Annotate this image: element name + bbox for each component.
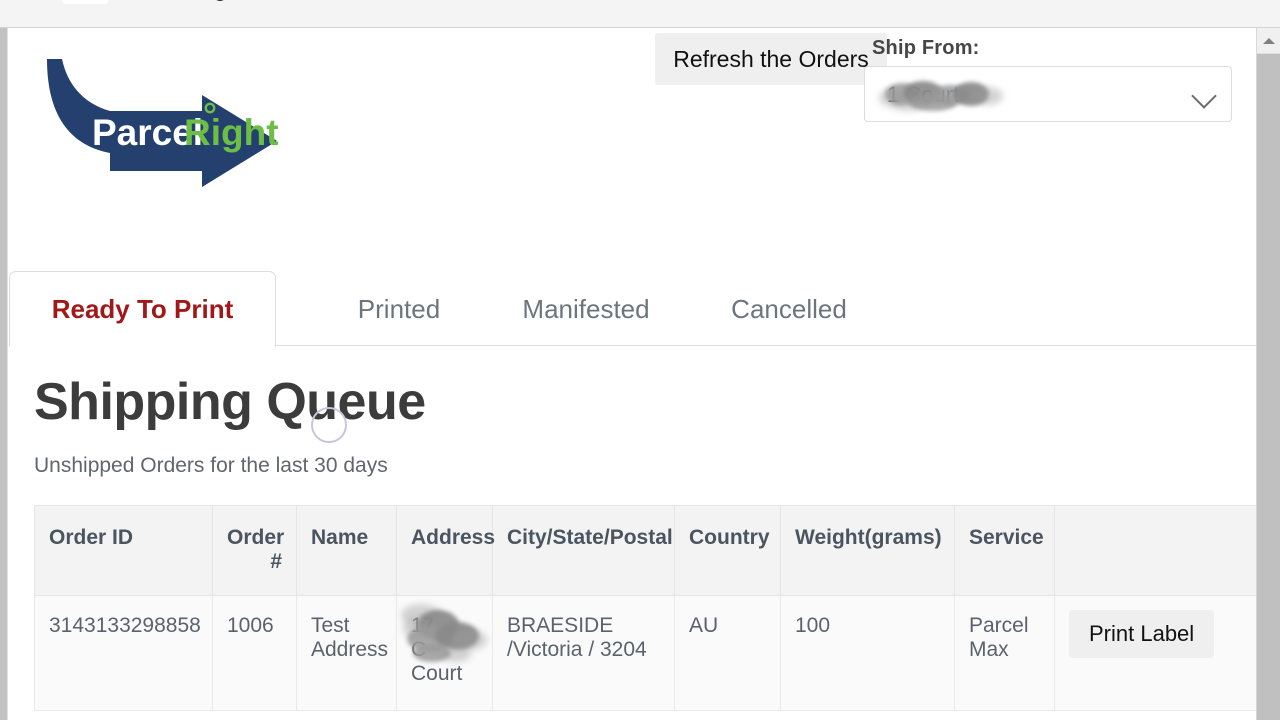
browser-toolbar-icon-ghost (213, 0, 227, 1)
column-header-city-state-postal[interactable]: City/State/Postal (492, 505, 675, 596)
tab-label: Printed (357, 293, 441, 324)
table-head: Order ID Order # Name Address City/State… (34, 505, 1256, 596)
ship-from-selected-value: 1 Court (887, 82, 960, 107)
tab-label: Ready To Print (51, 293, 234, 324)
app-screen: Parcel Right Refresh the Orders Ship Fro… (0, 0, 1280, 720)
ship-from-label: Ship From: (872, 37, 980, 59)
ship-from-select[interactable]: 1 Court (864, 66, 1232, 122)
tab-printed[interactable]: Printed (309, 271, 489, 347)
column-header-order-id[interactable]: Order ID (34, 505, 213, 596)
column-header-order-num[interactable]: Order # (212, 505, 297, 596)
print-label-button[interactable]: Print Label (1069, 610, 1215, 658)
browser-tab-ghost (62, 0, 108, 4)
refresh-orders-button[interactable]: Refresh the Orders (655, 33, 887, 85)
page-header: Parcel Right Refresh the Orders Ship Fro… (9, 29, 1256, 269)
column-header-address[interactable]: Address (396, 505, 495, 596)
tab-manifested[interactable]: Manifested (476, 271, 696, 347)
table-body: 3143133298858 1006 Test Address 17 C Cou… (34, 595, 1256, 711)
main-content: Shipping Queue Unshipped Orders for the … (9, 346, 1256, 711)
column-header-name[interactable]: Name (296, 505, 397, 596)
vertical-scrollbar[interactable] (1256, 28, 1280, 720)
table-row[interactable]: 3143133298858 1006 Test Address 17 C Cou… (34, 595, 1256, 711)
tab-label: Cancelled (731, 293, 847, 324)
cell-service: Parcel Max (954, 595, 1055, 711)
cell-country: AU (674, 595, 781, 711)
address-line-3: Court (411, 662, 463, 685)
column-header-weight[interactable]: Weight(grams) (780, 505, 955, 596)
column-header-country[interactable]: Country (674, 505, 781, 596)
cell-address: 17 C Court (396, 595, 493, 711)
browser-toolbar-strip (0, 0, 1280, 28)
address-line-2: C (411, 638, 427, 661)
page-subtitle: Unshipped Orders for the last 30 days (34, 454, 388, 477)
column-header-service[interactable]: Service (954, 505, 1055, 596)
column-header-action (1054, 505, 1256, 596)
scrollbar-up-button[interactable] (1257, 28, 1280, 54)
cell-order-num: 1006 (212, 595, 297, 711)
address-line-1: 17 (411, 614, 435, 637)
table-header-row: Order ID Order # Name Address City/State… (34, 505, 1256, 596)
tab-ready-to-print[interactable]: Ready To Print (9, 271, 276, 347)
cell-city-state-postal: BRAESIDE /Victoria / 3204 (492, 595, 675, 711)
cell-weight: 100 (780, 595, 955, 711)
cell-order-id: 3143133298858 (34, 595, 213, 711)
cell-action: Print Label (1054, 595, 1256, 711)
cell-name: Test Address (296, 595, 397, 711)
column-header-order-num-hash: # (270, 550, 282, 573)
tab-label: Manifested (522, 293, 650, 324)
page-title: Shipping Queue (34, 373, 426, 431)
tab-bar: Ready To Print Printed Manifested Cancel… (9, 271, 1256, 347)
logo-text-right: Right (184, 112, 279, 153)
chevron-down-icon (1191, 83, 1217, 109)
parcelright-logo: Parcel Right (34, 53, 292, 187)
tab-cancelled[interactable]: Cancelled (689, 271, 889, 347)
scrollbar-thumb[interactable] (1257, 54, 1280, 720)
orders-table: Order ID Order # Name Address City/State… (34, 505, 1256, 711)
window-left-edge (0, 28, 8, 720)
column-header-order-num-text: Order (227, 526, 285, 549)
ship-from-group: Ship From: 1 Court (864, 37, 1232, 122)
triangle-up-icon (1262, 37, 1275, 44)
page-viewport: Parcel Right Refresh the Orders Ship Fro… (9, 29, 1256, 720)
